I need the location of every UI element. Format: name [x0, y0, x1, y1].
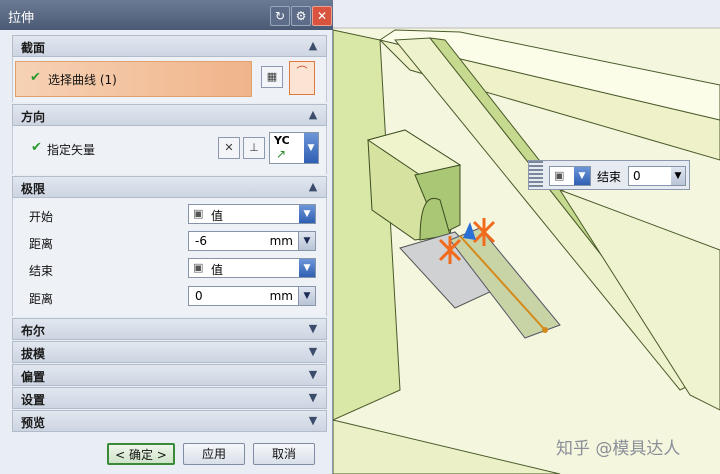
end-value[interactable]: 0: [633, 169, 641, 183]
chevron-down-icon[interactable]: ▼: [306, 345, 320, 359]
section-header-offset[interactable]: 偏置 ▼: [12, 364, 327, 386]
chevron-down-icon[interactable]: ▼: [306, 391, 320, 405]
limits-label: 极限: [21, 182, 46, 196]
gear-icon[interactable]: ⚙: [291, 6, 311, 26]
end-label: 结束: [597, 170, 622, 184]
section-header-preview[interactable]: 预览 ▼: [12, 410, 327, 432]
dropdown-arrow-icon[interactable]: ▼: [299, 259, 315, 277]
sketch-section-icon[interactable]: ▦: [261, 66, 283, 88]
floating-end-limit-box[interactable]: ▣ ▼ 结束 0 ▼: [528, 160, 690, 190]
cube-icon: ▣: [193, 261, 204, 274]
section-header-settings[interactable]: 设置 ▼: [12, 387, 327, 409]
ok-button[interactable]: < 确定 >: [107, 443, 175, 465]
dropdown-arrow-icon[interactable]: ▼: [298, 287, 315, 305]
end-distance-unit: mm: [269, 289, 293, 303]
section-header-draft[interactable]: 拔模 ▼: [12, 341, 327, 363]
watermark: 知乎 @模具达人: [556, 439, 681, 459]
end-type-combo[interactable]: ▣ ▼: [549, 166, 591, 186]
start-type-value: 值: [211, 209, 224, 223]
apply-button[interactable]: 应用: [183, 443, 245, 465]
start-distance-unit: mm: [269, 234, 293, 248]
dropdown-arrow-icon[interactable]: ▼: [671, 167, 685, 185]
vector-dialog-icon[interactable]: ⊥: [243, 137, 265, 159]
dropdown-arrow-icon[interactable]: ▼: [298, 232, 315, 250]
curve-select-icon[interactable]: ⌒: [289, 61, 315, 95]
section-header-section[interactable]: 截面 ▲: [12, 35, 327, 57]
chevron-down-icon[interactable]: ▼: [306, 322, 320, 336]
drag-handle[interactable]: [529, 161, 543, 189]
direction-label: 方向: [21, 110, 46, 124]
offset-label: 偏置: [21, 370, 46, 384]
extrude-dialog: 拉伸 ↻ ⚙ ✕ 截面 ▲ ✔ 选择曲线 (1) ▦ ⌒ 方向 ▲ ✔ 指定矢量…: [0, 0, 333, 474]
dropdown-arrow-icon[interactable]: ▼: [304, 133, 318, 163]
start-type-combo[interactable]: ▣ 值 ▼: [188, 204, 316, 224]
end-type-value: 值: [211, 263, 224, 277]
end-type-combo[interactable]: ▣ 值 ▼: [188, 258, 316, 278]
section-header-boolean[interactable]: 布尔 ▼: [12, 318, 327, 340]
settings-label: 设置: [21, 393, 46, 407]
specify-vector-label: 指定矢量: [47, 143, 96, 157]
end-distance-label: 距离: [29, 292, 54, 306]
section-panel: ✔ 选择曲线 (1) ▦ ⌒: [12, 57, 327, 102]
section-header-direction[interactable]: 方向 ▲: [12, 104, 327, 126]
close-icon[interactable]: ✕: [312, 6, 332, 26]
arrow-icon: ↗: [276, 147, 287, 161]
chevron-up-icon[interactable]: ▲: [306, 108, 320, 122]
end-distance-value[interactable]: 0: [195, 289, 203, 303]
end-distance-field[interactable]: 0 mm ▼: [188, 286, 316, 306]
start-label: 开始: [29, 210, 54, 224]
check-icon: ✔: [30, 70, 41, 85]
dropdown-arrow-icon[interactable]: ▼: [574, 167, 590, 185]
chevron-up-icon[interactable]: ▲: [306, 39, 320, 53]
chevron-down-icon[interactable]: ▼: [306, 414, 320, 428]
select-curve-label: 选择曲线 (1): [48, 73, 117, 87]
reverse-direction-icon[interactable]: ✕: [218, 137, 240, 159]
cube-icon: ▣: [193, 207, 204, 220]
dropdown-arrow-icon[interactable]: ▼: [299, 205, 315, 223]
limits-panel: 开始 ▣ 值 ▼ 距离 -6 mm ▼ 结束 ▣ 值 ▼ 距离 0 mm ▼: [12, 198, 327, 316]
start-distance-label: 距离: [29, 237, 54, 251]
cube-icon: ▣: [554, 169, 565, 182]
section-label: 截面: [21, 41, 46, 55]
section-header-limits[interactable]: 极限 ▲: [12, 176, 327, 198]
reset-icon[interactable]: ↻: [270, 6, 290, 26]
chevron-down-icon[interactable]: ▼: [306, 368, 320, 382]
check-icon: ✔: [31, 140, 42, 155]
start-distance-value[interactable]: -6: [195, 234, 207, 248]
dialog-titlebar[interactable]: 拉伸 ↻ ⚙ ✕: [0, 0, 333, 30]
draft-label: 拔模: [21, 347, 46, 361]
vector-type-combo[interactable]: YC ↗ ▼: [269, 132, 319, 164]
start-distance-field[interactable]: -6 mm ▼: [188, 231, 316, 251]
preview-label: 预览: [21, 416, 46, 430]
direction-panel: ✔ 指定矢量 ✕ ⊥ YC ↗ ▼: [12, 126, 327, 174]
dialog-title: 拉伸: [8, 11, 35, 26]
cancel-button[interactable]: 取消: [253, 443, 315, 465]
select-curve-row[interactable]: ✔ 选择曲线 (1): [15, 61, 252, 97]
vector-combo-label: YC: [274, 134, 290, 147]
boolean-label: 布尔: [21, 324, 46, 338]
end-label: 结束: [29, 264, 54, 278]
chevron-up-icon[interactable]: ▲: [306, 180, 320, 194]
end-value-field[interactable]: 0 ▼: [628, 166, 686, 186]
